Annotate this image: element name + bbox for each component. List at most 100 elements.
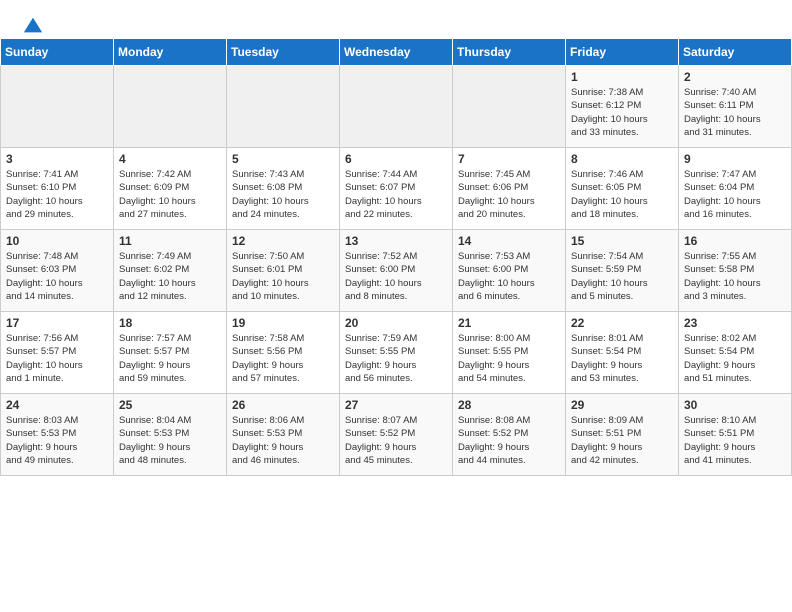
calendar-cell: 7 Sunrise: 7:45 AM Sunset: 6:06 PM Daylig… (453, 148, 566, 230)
calendar-cell (114, 66, 227, 148)
weekday-header-thursday: Thursday (453, 39, 566, 66)
day-number: 14 (458, 234, 560, 248)
day-info: Sunrise: 7:44 AM Sunset: 6:07 PM Dayligh… (345, 168, 447, 221)
calendar-week-1: 1 Sunrise: 7:38 AM Sunset: 6:12 PM Daylig… (1, 66, 792, 148)
weekday-header-friday: Friday (566, 39, 679, 66)
day-info: Sunrise: 7:58 AM Sunset: 5:56 PM Dayligh… (232, 332, 334, 385)
day-info: Sunrise: 7:40 AM Sunset: 6:11 PM Dayligh… (684, 86, 786, 139)
day-info: Sunrise: 7:41 AM Sunset: 6:10 PM Dayligh… (6, 168, 108, 221)
calendar-week-4: 17 Sunrise: 7:56 AM Sunset: 5:57 PM Dayli… (1, 312, 792, 394)
day-number: 9 (684, 152, 786, 166)
calendar-cell (1, 66, 114, 148)
weekday-header-tuesday: Tuesday (227, 39, 340, 66)
day-info: Sunrise: 8:04 AM Sunset: 5:53 PM Dayligh… (119, 414, 221, 467)
calendar-cell (340, 66, 453, 148)
calendar-cell: 22 Sunrise: 8:01 AM Sunset: 5:54 PM Dayli… (566, 312, 679, 394)
day-number: 7 (458, 152, 560, 166)
day-info: Sunrise: 8:03 AM Sunset: 5:53 PM Dayligh… (6, 414, 108, 467)
weekday-header-row: SundayMondayTuesdayWednesdayThursdayFrid… (1, 39, 792, 66)
calendar-cell: 3 Sunrise: 7:41 AM Sunset: 6:10 PM Daylig… (1, 148, 114, 230)
day-number: 27 (345, 398, 447, 412)
day-info: Sunrise: 7:49 AM Sunset: 6:02 PM Dayligh… (119, 250, 221, 303)
calendar-cell: 26 Sunrise: 8:06 AM Sunset: 5:53 PM Dayli… (227, 394, 340, 476)
day-info: Sunrise: 8:00 AM Sunset: 5:55 PM Dayligh… (458, 332, 560, 385)
day-info: Sunrise: 7:55 AM Sunset: 5:58 PM Dayligh… (684, 250, 786, 303)
calendar-cell: 5 Sunrise: 7:43 AM Sunset: 6:08 PM Daylig… (227, 148, 340, 230)
day-number: 13 (345, 234, 447, 248)
day-info: Sunrise: 7:43 AM Sunset: 6:08 PM Dayligh… (232, 168, 334, 221)
calendar-cell: 23Sunrise: 8:02 AM Sunset: 5:54 PM Dayli… (679, 312, 792, 394)
day-number: 16 (684, 234, 786, 248)
day-number: 10 (6, 234, 108, 248)
day-info: Sunrise: 8:10 AM Sunset: 5:51 PM Dayligh… (684, 414, 786, 467)
day-info: Sunrise: 7:45 AM Sunset: 6:06 PM Dayligh… (458, 168, 560, 221)
calendar-cell: 12 Sunrise: 7:50 AM Sunset: 6:01 PM Dayli… (227, 230, 340, 312)
day-info: Sunrise: 8:01 AM Sunset: 5:54 PM Dayligh… (571, 332, 673, 385)
weekday-header-sunday: Sunday (1, 39, 114, 66)
day-number: 5 (232, 152, 334, 166)
calendar-table: SundayMondayTuesdayWednesdayThursdayFrid… (0, 38, 792, 476)
logo (20, 14, 44, 32)
day-number: 17 (6, 316, 108, 330)
calendar-cell: 20 Sunrise: 7:59 AM Sunset: 5:55 PM Dayli… (340, 312, 453, 394)
day-number: 11 (119, 234, 221, 248)
day-info: Sunrise: 7:46 AM Sunset: 6:05 PM Dayligh… (571, 168, 673, 221)
calendar-week-5: 24 Sunrise: 8:03 AM Sunset: 5:53 PM Dayli… (1, 394, 792, 476)
calendar-cell: 1 Sunrise: 7:38 AM Sunset: 6:12 PM Daylig… (566, 66, 679, 148)
day-number: 3 (6, 152, 108, 166)
weekday-header-monday: Monday (114, 39, 227, 66)
day-number: 20 (345, 316, 447, 330)
calendar-cell: 15Sunrise: 7:54 AM Sunset: 5:59 PM Dayli… (566, 230, 679, 312)
weekday-header-wednesday: Wednesday (340, 39, 453, 66)
day-number: 24 (6, 398, 108, 412)
day-number: 4 (119, 152, 221, 166)
day-info: Sunrise: 8:06 AM Sunset: 5:53 PM Dayligh… (232, 414, 334, 467)
day-info: Sunrise: 7:52 AM Sunset: 6:00 PM Dayligh… (345, 250, 447, 303)
calendar-week-3: 10 Sunrise: 7:48 AM Sunset: 6:03 PM Dayli… (1, 230, 792, 312)
day-number: 21 (458, 316, 560, 330)
day-number: 2 (684, 70, 786, 84)
page-header (0, 0, 792, 38)
day-number: 29 (571, 398, 673, 412)
calendar-cell: 27Sunrise: 8:07 AM Sunset: 5:52 PM Dayli… (340, 394, 453, 476)
day-number: 28 (458, 398, 560, 412)
calendar-cell: 19 Sunrise: 7:58 AM Sunset: 5:56 PM Dayli… (227, 312, 340, 394)
day-number: 6 (345, 152, 447, 166)
day-number: 25 (119, 398, 221, 412)
day-number: 8 (571, 152, 673, 166)
calendar-cell: 21 Sunrise: 8:00 AM Sunset: 5:55 PM Dayli… (453, 312, 566, 394)
calendar-cell: 9 Sunrise: 7:47 AM Sunset: 6:04 PM Daylig… (679, 148, 792, 230)
calendar-cell: 28Sunrise: 8:08 AM Sunset: 5:52 PM Dayli… (453, 394, 566, 476)
day-info: Sunrise: 7:57 AM Sunset: 5:57 PM Dayligh… (119, 332, 221, 385)
day-info: Sunrise: 7:59 AM Sunset: 5:55 PM Dayligh… (345, 332, 447, 385)
day-number: 26 (232, 398, 334, 412)
calendar-cell: 29 Sunrise: 8:09 AM Sunset: 5:51 PM Dayli… (566, 394, 679, 476)
day-info: Sunrise: 8:02 AM Sunset: 5:54 PM Dayligh… (684, 332, 786, 385)
calendar-cell: 18 Sunrise: 7:57 AM Sunset: 5:57 PM Dayli… (114, 312, 227, 394)
calendar-cell: 8 Sunrise: 7:46 AM Sunset: 6:05 PM Daylig… (566, 148, 679, 230)
calendar-cell: 6 Sunrise: 7:44 AM Sunset: 6:07 PM Daylig… (340, 148, 453, 230)
day-info: Sunrise: 7:53 AM Sunset: 6:00 PM Dayligh… (458, 250, 560, 303)
calendar-cell: 4 Sunrise: 7:42 AM Sunset: 6:09 PM Daylig… (114, 148, 227, 230)
day-info: Sunrise: 7:38 AM Sunset: 6:12 PM Dayligh… (571, 86, 673, 139)
calendar-cell (453, 66, 566, 148)
calendar-cell: 17 Sunrise: 7:56 AM Sunset: 5:57 PM Dayli… (1, 312, 114, 394)
calendar-cell: 16 Sunrise: 7:55 AM Sunset: 5:58 PM Dayli… (679, 230, 792, 312)
day-info: Sunrise: 7:56 AM Sunset: 5:57 PM Dayligh… (6, 332, 108, 385)
calendar-cell (227, 66, 340, 148)
calendar-week-2: 3 Sunrise: 7:41 AM Sunset: 6:10 PM Daylig… (1, 148, 792, 230)
day-number: 19 (232, 316, 334, 330)
day-info: Sunrise: 7:42 AM Sunset: 6:09 PM Dayligh… (119, 168, 221, 221)
day-info: Sunrise: 7:50 AM Sunset: 6:01 PM Dayligh… (232, 250, 334, 303)
day-info: Sunrise: 7:48 AM Sunset: 6:03 PM Dayligh… (6, 250, 108, 303)
day-number: 22 (571, 316, 673, 330)
day-number: 12 (232, 234, 334, 248)
day-info: Sunrise: 8:09 AM Sunset: 5:51 PM Dayligh… (571, 414, 673, 467)
day-number: 18 (119, 316, 221, 330)
day-number: 30 (684, 398, 786, 412)
day-info: Sunrise: 7:47 AM Sunset: 6:04 PM Dayligh… (684, 168, 786, 221)
day-number: 1 (571, 70, 673, 84)
day-info: Sunrise: 7:54 AM Sunset: 5:59 PM Dayligh… (571, 250, 673, 303)
calendar-cell: 2 Sunrise: 7:40 AM Sunset: 6:11 PM Daylig… (679, 66, 792, 148)
calendar-cell: 11 Sunrise: 7:49 AM Sunset: 6:02 PM Dayli… (114, 230, 227, 312)
